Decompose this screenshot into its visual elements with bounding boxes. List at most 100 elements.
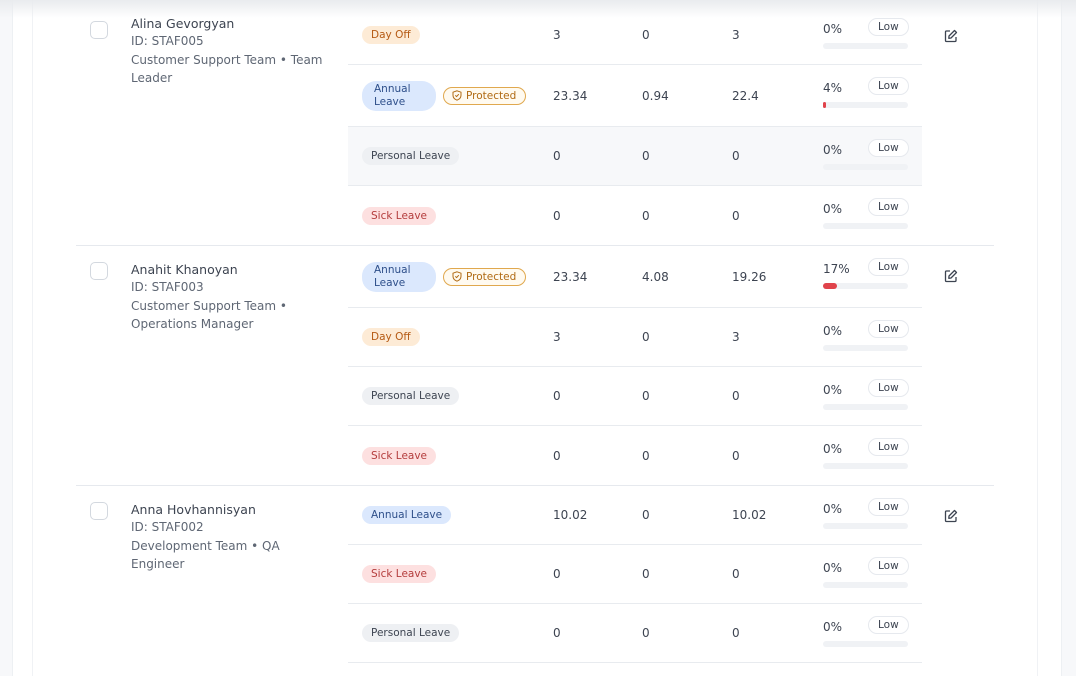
remaining-days: 0	[732, 626, 740, 640]
staff-id: ID: STAF002	[131, 520, 204, 534]
usage-percent: 0%	[823, 561, 843, 575]
leave-type-badge: Personal Leave	[362, 624, 460, 642]
usage-bar	[823, 283, 908, 289]
usage-bar	[823, 582, 908, 588]
usage-percent: 17%	[823, 262, 850, 276]
total-days: 0	[553, 448, 561, 463]
leave-type-badge: Day Off	[362, 26, 420, 44]
usage-level-badge: Low	[868, 438, 909, 456]
protected-badge: Protected	[443, 267, 527, 286]
row-select-checkbox[interactable]	[90, 21, 108, 39]
leave-rows: Annual Leave 10.02 0 10.02 0% Low Sick L…	[348, 486, 922, 663]
staff-team: Development Team • QA Engineer	[131, 539, 280, 571]
usage-level-badge: Low	[868, 198, 909, 216]
leave-row: Sick Leave 0 0 0 0% Low	[348, 426, 922, 485]
remaining-days: 0	[732, 389, 740, 403]
leave-type-badge: Sick Leave	[362, 206, 437, 225]
protected-label: Protected	[466, 270, 517, 283]
leave-type-badge: Personal Leave	[362, 147, 460, 165]
card-inner-border	[32, 0, 33, 676]
leave-type-cell: Day Off	[362, 26, 420, 44]
staff-cell: Alina Gevorgyan ID: STAF005 Customer Sup…	[76, 6, 348, 245]
usage-level-badge: Low	[868, 139, 909, 157]
usage-percent: 0%	[823, 502, 843, 516]
leave-row: Annual Leave Protected 23.34 0.94 22.4 4…	[348, 65, 922, 127]
edit-icon[interactable]	[944, 508, 960, 524]
leave-type-cell: Annual Leave Protected	[362, 261, 527, 292]
usage-percent: 4%	[823, 81, 843, 95]
staff-info: Alina Gevorgyan ID: STAF005 Customer Sup…	[131, 16, 326, 87]
usage-bar	[823, 223, 908, 229]
usage-bar	[823, 404, 908, 410]
leave-balance-table: Alina Gevorgyan ID: STAF005 Customer Sup…	[76, 6, 994, 663]
leave-type-cell: Sick Leave	[362, 446, 437, 465]
remaining-days: 22.4	[732, 88, 759, 103]
usage-bar	[823, 102, 908, 108]
remaining-days: 0	[732, 208, 740, 223]
used-days: 0	[642, 208, 650, 223]
leave-type-cell: Day Off	[362, 328, 420, 346]
leave-type-badge: Sick Leave	[362, 446, 437, 465]
usage-percent: 0%	[823, 202, 843, 216]
staff-team: Customer Support Team • Team Leader	[131, 53, 323, 85]
row-select-checkbox[interactable]	[90, 502, 108, 520]
leave-type-badge: Annual Leave	[362, 506, 452, 524]
usage-level-badge: Low	[868, 616, 909, 634]
usage-level-badge: Low	[868, 320, 909, 338]
staff-name: Anna Hovhannisyan	[131, 502, 256, 517]
total-days: 0	[553, 208, 561, 223]
leave-row: Day Off 3 0 3 0% Low	[348, 308, 922, 367]
staff-cell: Anahit Khanoyan ID: STAF003 Customer Sup…	[76, 246, 348, 485]
leave-row: Personal Leave 0 0 0 0% Low	[348, 127, 922, 186]
total-days: 3	[553, 28, 561, 42]
leave-row: Personal Leave 0 0 0 0% Low	[348, 604, 922, 663]
leave-type-badge: Day Off	[362, 328, 420, 346]
usage-bar	[823, 164, 908, 170]
edit-icon[interactable]	[944, 28, 960, 44]
remaining-days: 0	[732, 448, 740, 463]
remaining-days: 10.02	[732, 508, 767, 522]
staff-team: Customer Support Team • Operations Manag…	[131, 299, 287, 331]
used-days: 0	[642, 389, 650, 403]
usage-level-badge: Low	[868, 557, 909, 575]
remaining-days: 19.26	[732, 269, 767, 284]
usage-percent: 0%	[823, 324, 843, 338]
leave-type-cell: Personal Leave	[362, 387, 460, 405]
staff-cell: Anna Hovhannisyan ID: STAF002 Developmen…	[76, 486, 348, 663]
used-days: 0	[642, 567, 650, 581]
staff-group: Alina Gevorgyan ID: STAF005 Customer Sup…	[76, 6, 994, 246]
used-days: 0	[642, 330, 650, 344]
total-days: 0	[553, 389, 561, 403]
usage-percent: 0%	[823, 22, 843, 36]
used-days: 0.94	[642, 88, 669, 103]
used-days: 0	[642, 448, 650, 463]
protected-badge: Protected	[443, 86, 527, 105]
usage-level-badge: Low	[868, 258, 909, 276]
usage-bar	[823, 641, 908, 647]
total-days: 0	[553, 567, 561, 581]
leave-type-badge: Personal Leave	[362, 387, 460, 405]
leave-type-badge: Sick Leave	[362, 565, 437, 583]
used-days: 4.08	[642, 269, 669, 284]
staff-name: Anahit Khanoyan	[131, 262, 238, 277]
total-days: 10.02	[553, 508, 588, 522]
row-select-checkbox[interactable]	[90, 262, 108, 280]
staff-group: Anna Hovhannisyan ID: STAF002 Developmen…	[76, 486, 994, 663]
leave-type-cell: Sick Leave	[362, 206, 437, 225]
leave-row: Annual Leave 10.02 0 10.02 0% Low	[348, 486, 922, 545]
shield-icon	[452, 271, 462, 282]
staff-info: Anna Hovhannisyan ID: STAF002 Developmen…	[131, 502, 326, 573]
leave-row: Personal Leave 0 0 0 0% Low	[348, 367, 922, 426]
edit-icon[interactable]	[944, 268, 960, 284]
used-days: 0	[642, 626, 650, 640]
usage-percent: 0%	[823, 383, 843, 397]
leave-type-badge: Annual Leave	[362, 261, 436, 292]
protected-label: Protected	[466, 89, 517, 102]
leave-row: Annual Leave Protected 23.34 4.08 19.26 …	[348, 246, 922, 308]
leave-type-cell: Personal Leave	[362, 624, 460, 642]
usage-level-badge: Low	[868, 379, 909, 397]
staff-id: ID: STAF005	[131, 34, 204, 48]
remaining-days: 3	[732, 330, 740, 344]
total-days: 0	[553, 149, 561, 163]
staff-group: Anahit Khanoyan ID: STAF003 Customer Sup…	[76, 246, 994, 486]
